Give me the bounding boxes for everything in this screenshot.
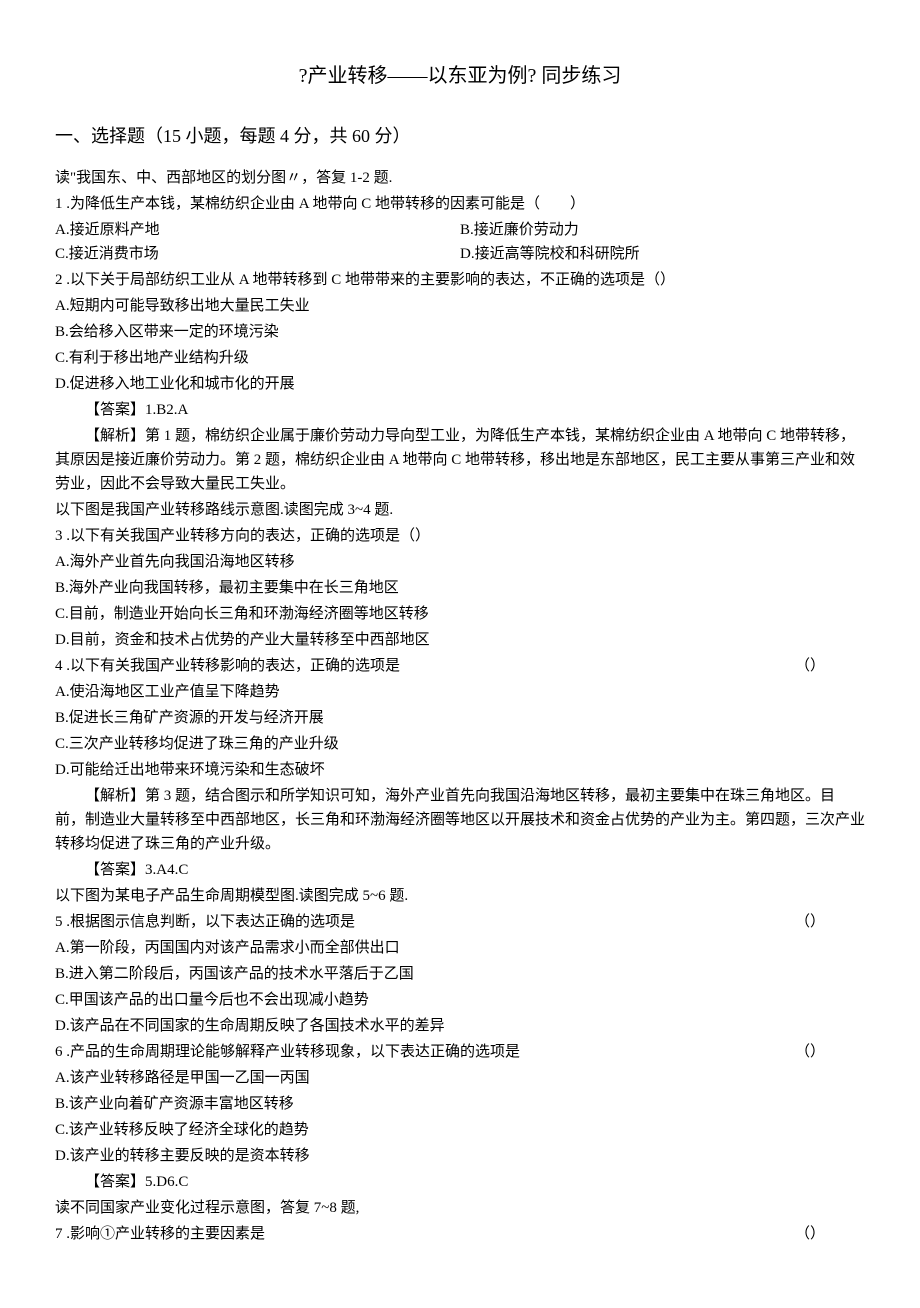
question-5-option-c: C.甲国该产品的出口量今后也不会出现减小趋势 bbox=[55, 988, 865, 1012]
question-4-option-b: B.促进长三角矿产资源的开发与经济开展 bbox=[55, 706, 865, 730]
question-1-option-b: B.接近廉价劳动力 bbox=[460, 218, 865, 242]
question-5-option-d: D.该产品在不同国家的生命周期反映了各国技术水平的差异 bbox=[55, 1014, 865, 1038]
question-3-option-d: D.目前，资金和技术占优势的产业大量转移至中西部地区 bbox=[55, 628, 865, 652]
question-7-stem-line: 7 .影响①产业转移的主要因素是 （） bbox=[55, 1222, 865, 1246]
analysis-label: 【解析】 bbox=[85, 428, 145, 444]
question-2-option-b: B.会给移入区带来一定的环境污染 bbox=[55, 320, 865, 344]
question-4-option-d: D.可能给迁出地带来环境污染和生态破坏 bbox=[55, 758, 865, 782]
question-4-stem: 4 .以下有关我国产业转移影响的表达，正确的选项是 bbox=[55, 658, 400, 674]
question-6-option-d: D.该产业的转移主要反映的是资本转移 bbox=[55, 1144, 865, 1168]
intro-text-1-2: 读"我国东、中、西部地区的划分图〃，答复 1-2 题. bbox=[55, 166, 865, 190]
question-1-options-row2: C.接近消费市场 D.接近高等院校和科研院所 bbox=[55, 242, 865, 266]
question-5-stem: 5 .根据图示信息判断，以下表达正确的选项是 bbox=[55, 914, 355, 930]
intro-text-5-6: 以下图为某电子产品生命周期模型图.读图完成 5~6 题. bbox=[55, 884, 865, 908]
question-4-stem-line: 4 .以下有关我国产业转移影响的表达，正确的选项是 （） bbox=[55, 654, 865, 678]
question-2-option-c: C.有利于移出地产业结构升级 bbox=[55, 346, 865, 370]
analysis-label: 【解析】 bbox=[85, 788, 145, 804]
intro-text-3-4: 以下图是我国产业转移路线示意图.读图完成 3~4 题. bbox=[55, 498, 865, 522]
answer-label: 【答案】 bbox=[85, 862, 145, 878]
question-2-option-d: D.促进移入地工业化和城市化的开展 bbox=[55, 372, 865, 396]
question-5-option-b: B.进入第二阶段后，丙国该产品的技术水平落后于乙国 bbox=[55, 962, 865, 986]
question-4-option-a: A.使沿海地区工业产值呈下降趋势 bbox=[55, 680, 865, 704]
answer-3-4: 【答案】3.A4.C bbox=[55, 858, 865, 882]
question-4-option-c: C.三次产业转移均促进了珠三角的产业升级 bbox=[55, 732, 865, 756]
analysis-text: 第 1 题，棉纺织企业属于廉价劳动力导向型工业，为降低生产本钱，某棉纺织企业由 … bbox=[55, 428, 855, 492]
question-6-option-b: B.该产业向着矿产资源丰富地区转移 bbox=[55, 1092, 865, 1116]
question-6-option-c: C.该产业转移反映了经济全球化的趋势 bbox=[55, 1118, 865, 1142]
question-2-stem: 2 .以下关于局部纺织工业从 A 地带转移到 C 地带带来的主要影响的表达，不正… bbox=[55, 268, 865, 292]
section-header: 一、选择题（15 小题，每题 4 分，共 60 分） bbox=[55, 122, 865, 151]
question-7-paren: （） bbox=[795, 1222, 825, 1246]
answer-text: 5.D6.C bbox=[145, 1174, 188, 1190]
answer-1-2: 【答案】1.B2.A bbox=[55, 398, 865, 422]
question-1-option-a: A.接近原料产地 bbox=[55, 218, 460, 242]
question-4-paren: （） bbox=[795, 654, 825, 678]
analysis-text: 第 3 题，结合图示和所学知识可知，海外产业首先向我国沿海地区转移，最初主要集中… bbox=[55, 788, 865, 852]
page-title: ?产业转移——以东亚为例? 同步练习 bbox=[55, 60, 865, 92]
question-7-stem: 7 .影响①产业转移的主要因素是 bbox=[55, 1226, 265, 1242]
question-6-option-a: A.该产业转移路径是甲国一乙国一丙国 bbox=[55, 1066, 865, 1090]
question-1-options-row1: A.接近原料产地 B.接近廉价劳动力 bbox=[55, 218, 865, 242]
intro-text-7-8: 读不同国家产业变化过程示意图，答复 7~8 题, bbox=[55, 1196, 865, 1220]
question-3-option-b: B.海外产业向我国转移，最初主要集中在长三角地区 bbox=[55, 576, 865, 600]
answer-text: 1.B2.A bbox=[145, 402, 188, 418]
analysis-3-4: 【解析】第 3 题，结合图示和所学知识可知，海外产业首先向我国沿海地区转移，最初… bbox=[55, 784, 865, 856]
question-5-paren: （） bbox=[795, 910, 825, 934]
question-5-stem-line: 5 .根据图示信息判断，以下表达正确的选项是 （） bbox=[55, 910, 865, 934]
question-6-stem-line: 6 .产品的生命周期理论能够解释产业转移现象，以下表达正确的选项是 （） bbox=[55, 1040, 865, 1064]
question-1-option-c: C.接近消费市场 bbox=[55, 242, 460, 266]
question-5-option-a: A.第一阶段，丙国国内对该产品需求小而全部供出口 bbox=[55, 936, 865, 960]
answer-5-6: 【答案】5.D6.C bbox=[55, 1170, 865, 1194]
question-6-paren: （） bbox=[795, 1040, 825, 1064]
analysis-1-2: 【解析】第 1 题，棉纺织企业属于廉价劳动力导向型工业，为降低生产本钱，某棉纺织… bbox=[55, 424, 865, 496]
answer-text: 3.A4.C bbox=[145, 862, 188, 878]
answer-label: 【答案】 bbox=[85, 1174, 145, 1190]
question-1-stem: 1 .为降低生产本钱，某棉纺织企业由 A 地带向 C 地带转移的因素可能是（ ） bbox=[55, 192, 865, 216]
question-3-stem: 3 .以下有关我国产业转移方向的表达，正确的选项是（） bbox=[55, 524, 865, 548]
question-3-option-c: C.目前，制造业开始向长三角和环渤海经济圈等地区转移 bbox=[55, 602, 865, 626]
question-1-option-d: D.接近高等院校和科研院所 bbox=[460, 242, 865, 266]
question-3-option-a: A.海外产业首先向我国沿海地区转移 bbox=[55, 550, 865, 574]
answer-label: 【答案】 bbox=[85, 402, 145, 418]
question-6-stem: 6 .产品的生命周期理论能够解释产业转移现象，以下表达正确的选项是 bbox=[55, 1044, 520, 1060]
question-2-option-a: A.短期内可能导致移出地大量民工失业 bbox=[55, 294, 865, 318]
